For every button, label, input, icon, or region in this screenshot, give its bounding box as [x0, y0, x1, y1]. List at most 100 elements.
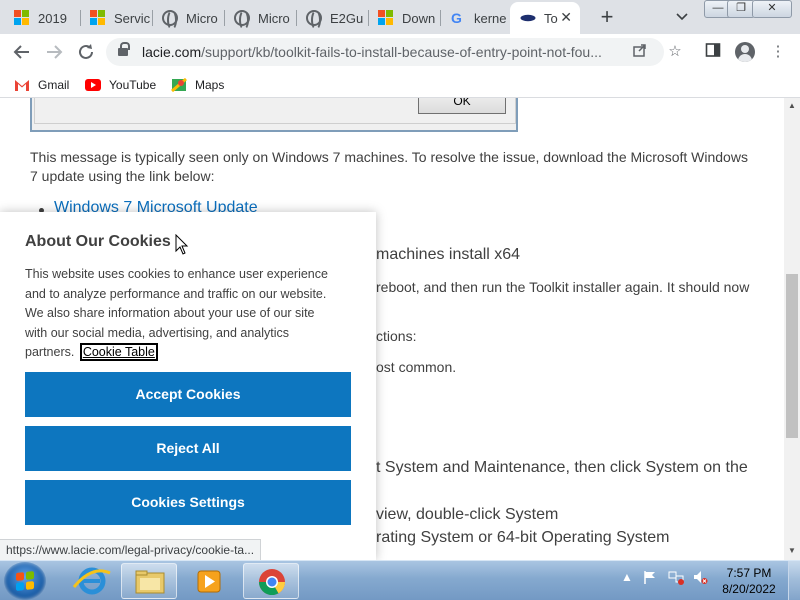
mouse-cursor-icon [175, 233, 189, 256]
tab-label: kerne [474, 10, 507, 26]
taskbar-clock[interactable]: 7:57 PM 8/20/2022 [716, 565, 782, 597]
dialog-ok-button: OK [418, 98, 506, 114]
browser-tab[interactable]: Servic [80, 4, 150, 32]
browser-tab[interactable]: G kerne [440, 4, 510, 32]
paragraph-fragment: rating System or 64-bit Operating System [376, 529, 670, 546]
youtube-icon [85, 78, 101, 92]
lock-icon[interactable] [118, 42, 130, 58]
side-panel-icon[interactable] [703, 42, 723, 62]
file-explorer-icon [135, 570, 165, 594]
microsoft-icon [90, 10, 106, 26]
menu-kebab-icon[interactable]: ⋮ [768, 42, 788, 62]
maximize-button[interactable]: ❐ [727, 0, 755, 18]
microsoft-icon [378, 10, 394, 26]
bookmark-label: Gmail [38, 78, 70, 92]
bookmarks-bar: Gmail YouTube Maps [0, 70, 800, 98]
bookmark-label: Maps [195, 78, 225, 92]
browser-tab[interactable]: Micro [152, 4, 222, 32]
browser-tab[interactable]: 2019 [4, 4, 78, 32]
cookie-text-line: and to analyze performance and traffic o… [25, 286, 327, 301]
link-status-bubble: https://www.lacie.com/legal-privacy/cook… [0, 539, 262, 561]
globe-icon [162, 10, 178, 30]
paragraph-fragment: reboot, and then run the Toolkit install… [376, 279, 750, 295]
tab-label: E2Gu [330, 10, 364, 26]
taskbar-file-explorer[interactable] [121, 563, 177, 599]
paragraph-fragment: t System and Maintenance, then click Sys… [376, 459, 748, 476]
paragraph-fragment: ctions: [376, 328, 417, 344]
maps-icon [171, 77, 187, 93]
error-dialog-screenshot: OK [30, 98, 518, 132]
new-tab-button[interactable]: + [593, 4, 621, 32]
bookmark-star-icon[interactable]: ☆ [665, 42, 685, 62]
tab-label: To [544, 10, 558, 26]
taskbar-internet-explorer[interactable] [64, 563, 120, 599]
browser-toolbar: lacie.com/support/kb/toolkit-fails-to-in… [0, 34, 800, 70]
close-window-button[interactable]: ✕ [752, 0, 792, 18]
browser-tab[interactable]: E2Gu [296, 4, 366, 32]
profile-avatar-icon[interactable] [735, 42, 755, 62]
browser-tab[interactable]: Micro [224, 4, 294, 32]
windows-taskbar: ▲ 7:57 PM 8/20/2022 [0, 560, 800, 600]
bookmark-label: YouTube [109, 78, 157, 92]
windows-logo-icon [16, 571, 34, 591]
tab-label: Servic [114, 10, 150, 26]
media-player-icon [197, 570, 221, 593]
start-button[interactable] [4, 562, 46, 600]
url-text[interactable]: lacie.com/support/kb/toolkit-fails-to-in… [142, 44, 622, 60]
cookie-table-link[interactable]: Cookie Table [79, 343, 158, 361]
svg-text:G: G [451, 10, 462, 26]
chrome-icon [258, 569, 286, 596]
cookie-description: This website uses cookies to enhance use… [25, 265, 355, 363]
share-icon[interactable] [630, 42, 650, 62]
paragraph-line: This message is typically seen only on W… [30, 149, 748, 165]
bookmark-maps[interactable]: Maps [171, 76, 224, 94]
reject-all-button[interactable]: Reject All [25, 426, 351, 471]
accept-cookies-button[interactable]: Accept Cookies [25, 372, 351, 417]
globe-icon [306, 10, 322, 30]
tab-search-chevron-icon[interactable] [672, 6, 692, 28]
close-tab-icon[interactable]: ✕ [560, 9, 572, 26]
tab-label: Micro [258, 10, 290, 26]
gmail-icon [14, 78, 30, 92]
paragraph-line: 7 update using the link below: [30, 168, 215, 184]
volume-muted-icon[interactable] [692, 569, 708, 585]
cookie-consent-panel: About Our Cookies This website uses cook… [0, 212, 376, 560]
microsoft-icon [14, 10, 30, 26]
cookie-text-line: with our social media, advertising, and … [25, 325, 290, 340]
browser-tab-active[interactable]: To ✕ [510, 2, 580, 34]
internet-explorer-icon [72, 567, 111, 595]
heading-fragment: machines install x64 [376, 246, 521, 263]
clock-date: 8/20/2022 [722, 582, 776, 596]
cookie-text-line: This website uses cookies to enhance use… [25, 267, 328, 281]
paragraph-fragment: ost common. [376, 359, 457, 375]
scrollbar-thumb[interactable] [786, 274, 798, 438]
scroll-down-arrow-icon[interactable]: ▼ [788, 546, 796, 555]
google-icon: G [450, 10, 466, 26]
paragraph-fragment: view, double-click System [376, 506, 559, 523]
url-domain: lacie.com [142, 44, 202, 60]
action-center-flag-icon[interactable] [642, 569, 658, 585]
tab-label: Down [402, 10, 436, 26]
bookmark-youtube[interactable]: YouTube [85, 76, 156, 94]
back-arrow-icon[interactable] [10, 40, 34, 64]
taskbar-media-player[interactable] [181, 563, 237, 599]
cookie-text-line: We also share information about your use… [25, 306, 315, 320]
show-desktop-button[interactable] [788, 561, 800, 600]
show-hidden-icons-arrow-icon[interactable]: ▲ [619, 569, 635, 585]
vertical-scrollbar[interactable]: ▲ ▼ [784, 98, 800, 560]
reload-icon[interactable] [74, 40, 98, 64]
taskbar-chrome[interactable] [243, 563, 299, 599]
scroll-up-arrow-icon[interactable]: ▲ [788, 101, 796, 110]
browser-tab[interactable]: Down [368, 4, 438, 32]
lacie-icon [520, 10, 536, 26]
tab-strip: 2019 Servic Micro Micro E2Gu Down G kern… [0, 0, 800, 34]
cookie-title: About Our Cookies [25, 233, 171, 250]
tab-label: 2019 [38, 10, 67, 26]
globe-icon [234, 10, 250, 30]
bookmark-gmail[interactable]: Gmail [14, 76, 69, 94]
forward-arrow-icon[interactable] [42, 40, 66, 64]
cookies-settings-button[interactable]: Cookies Settings [25, 480, 351, 525]
network-icon[interactable] [668, 569, 684, 585]
address-bar[interactable]: lacie.com/support/kb/toolkit-fails-to-in… [106, 38, 664, 66]
url-path: /support/kb/toolkit-fails-to-install-bec… [201, 44, 602, 60]
